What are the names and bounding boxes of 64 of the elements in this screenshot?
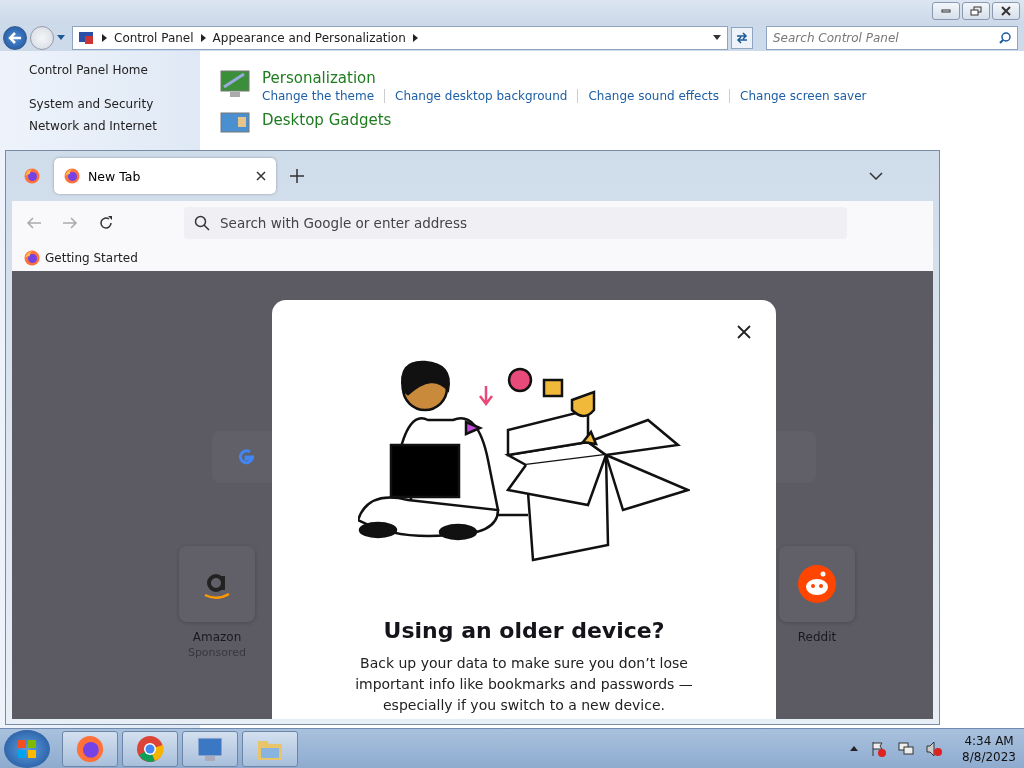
start-button[interactable] [4,729,50,768]
refresh-icon [735,32,749,44]
control-panel-icon [79,31,95,45]
chrome-logo-icon [136,734,164,763]
shortcut-tile[interactable] [779,546,855,622]
shortcut-tile[interactable] [179,546,255,622]
category-title[interactable]: Desktop Gadgets [262,111,392,129]
task-link[interactable]: Change sound effects [588,89,720,103]
dialog-title: Using an older device? [383,618,665,643]
bookmark-favicon-icon [24,250,40,266]
breadcrumb-item[interactable]: Appearance and Personalization [212,31,406,45]
search-icon [194,215,210,231]
chevron-right-icon[interactable] [412,34,418,42]
back-arrow-icon [8,32,22,44]
monitor-icon [196,734,224,763]
address-bar[interactable]: Search with Google or enter address [184,207,847,239]
flag-icon[interactable] [870,740,887,757]
task-link[interactable]: Change desktop background [395,89,568,103]
refresh-button[interactable] [731,27,753,49]
control-panel-taskbar-button[interactable] [182,730,238,767]
shortcut-name: Amazon [192,630,242,644]
clock[interactable]: 4:34 AM 8/8/2023 [962,732,1016,765]
search-box[interactable]: Search Control Panel [766,26,1018,50]
chevron-up-icon[interactable] [850,745,859,752]
shortcut-name: Reddit [797,630,837,644]
windows-logo-icon [16,737,38,760]
bookmark-item[interactable]: Getting Started [24,250,138,266]
google-logo-icon [236,447,256,467]
task-link[interactable]: Change screen saver [740,89,867,103]
speaker-muted-icon[interactable] [926,740,943,757]
firefox-logo-icon [76,734,104,763]
minimize-icon [941,9,951,13]
minimize-button[interactable] [932,2,960,20]
address-bar[interactable]: Control Panel Appearance and Personalization [72,26,728,50]
close-icon[interactable] [256,171,266,181]
breadcrumb-item[interactable]: Control Panel [114,31,194,45]
back-button[interactable] [3,26,27,50]
network-icon[interactable] [898,740,915,757]
restore-icon [970,6,982,16]
sidebar-link[interactable]: Control Panel Home [29,63,200,77]
dropdown-icon[interactable] [713,35,721,41]
folder-taskbar-button[interactable] [242,730,298,767]
search-icon [999,32,1011,44]
close-icon [1001,6,1011,16]
browser-tab[interactable]: New Tab [54,158,276,194]
restore-button[interactable] [962,2,990,20]
tab-favicon-icon [64,168,80,184]
close-button[interactable] [992,2,1020,20]
dialog-text: Back up your data to make sure you don’t lose important info like bookmarks and passwords — especially if you switch to a new device. [354,654,694,715]
chevron-right-icon[interactable] [200,34,206,42]
firefox-taskbar-button[interactable] [62,730,118,767]
category-title[interactable]: Personalization [262,69,867,87]
task-link[interactable]: Change the theme [262,89,375,103]
new-tab-icon[interactable] [290,169,304,183]
chrome-taskbar-button[interactable] [122,730,178,767]
close-icon[interactable] [737,325,751,339]
reload-icon[interactable] [98,215,114,231]
sidebar-link[interactable]: System and Security [29,97,200,111]
browser-logo-icon [24,168,40,184]
monitor-icon [220,111,250,133]
sidebar-link[interactable]: Network and Internet [29,119,200,133]
reddit-logo-icon [798,565,836,603]
chevron-right-icon[interactable] [102,34,107,42]
chevron-down-icon[interactable] [869,172,883,180]
